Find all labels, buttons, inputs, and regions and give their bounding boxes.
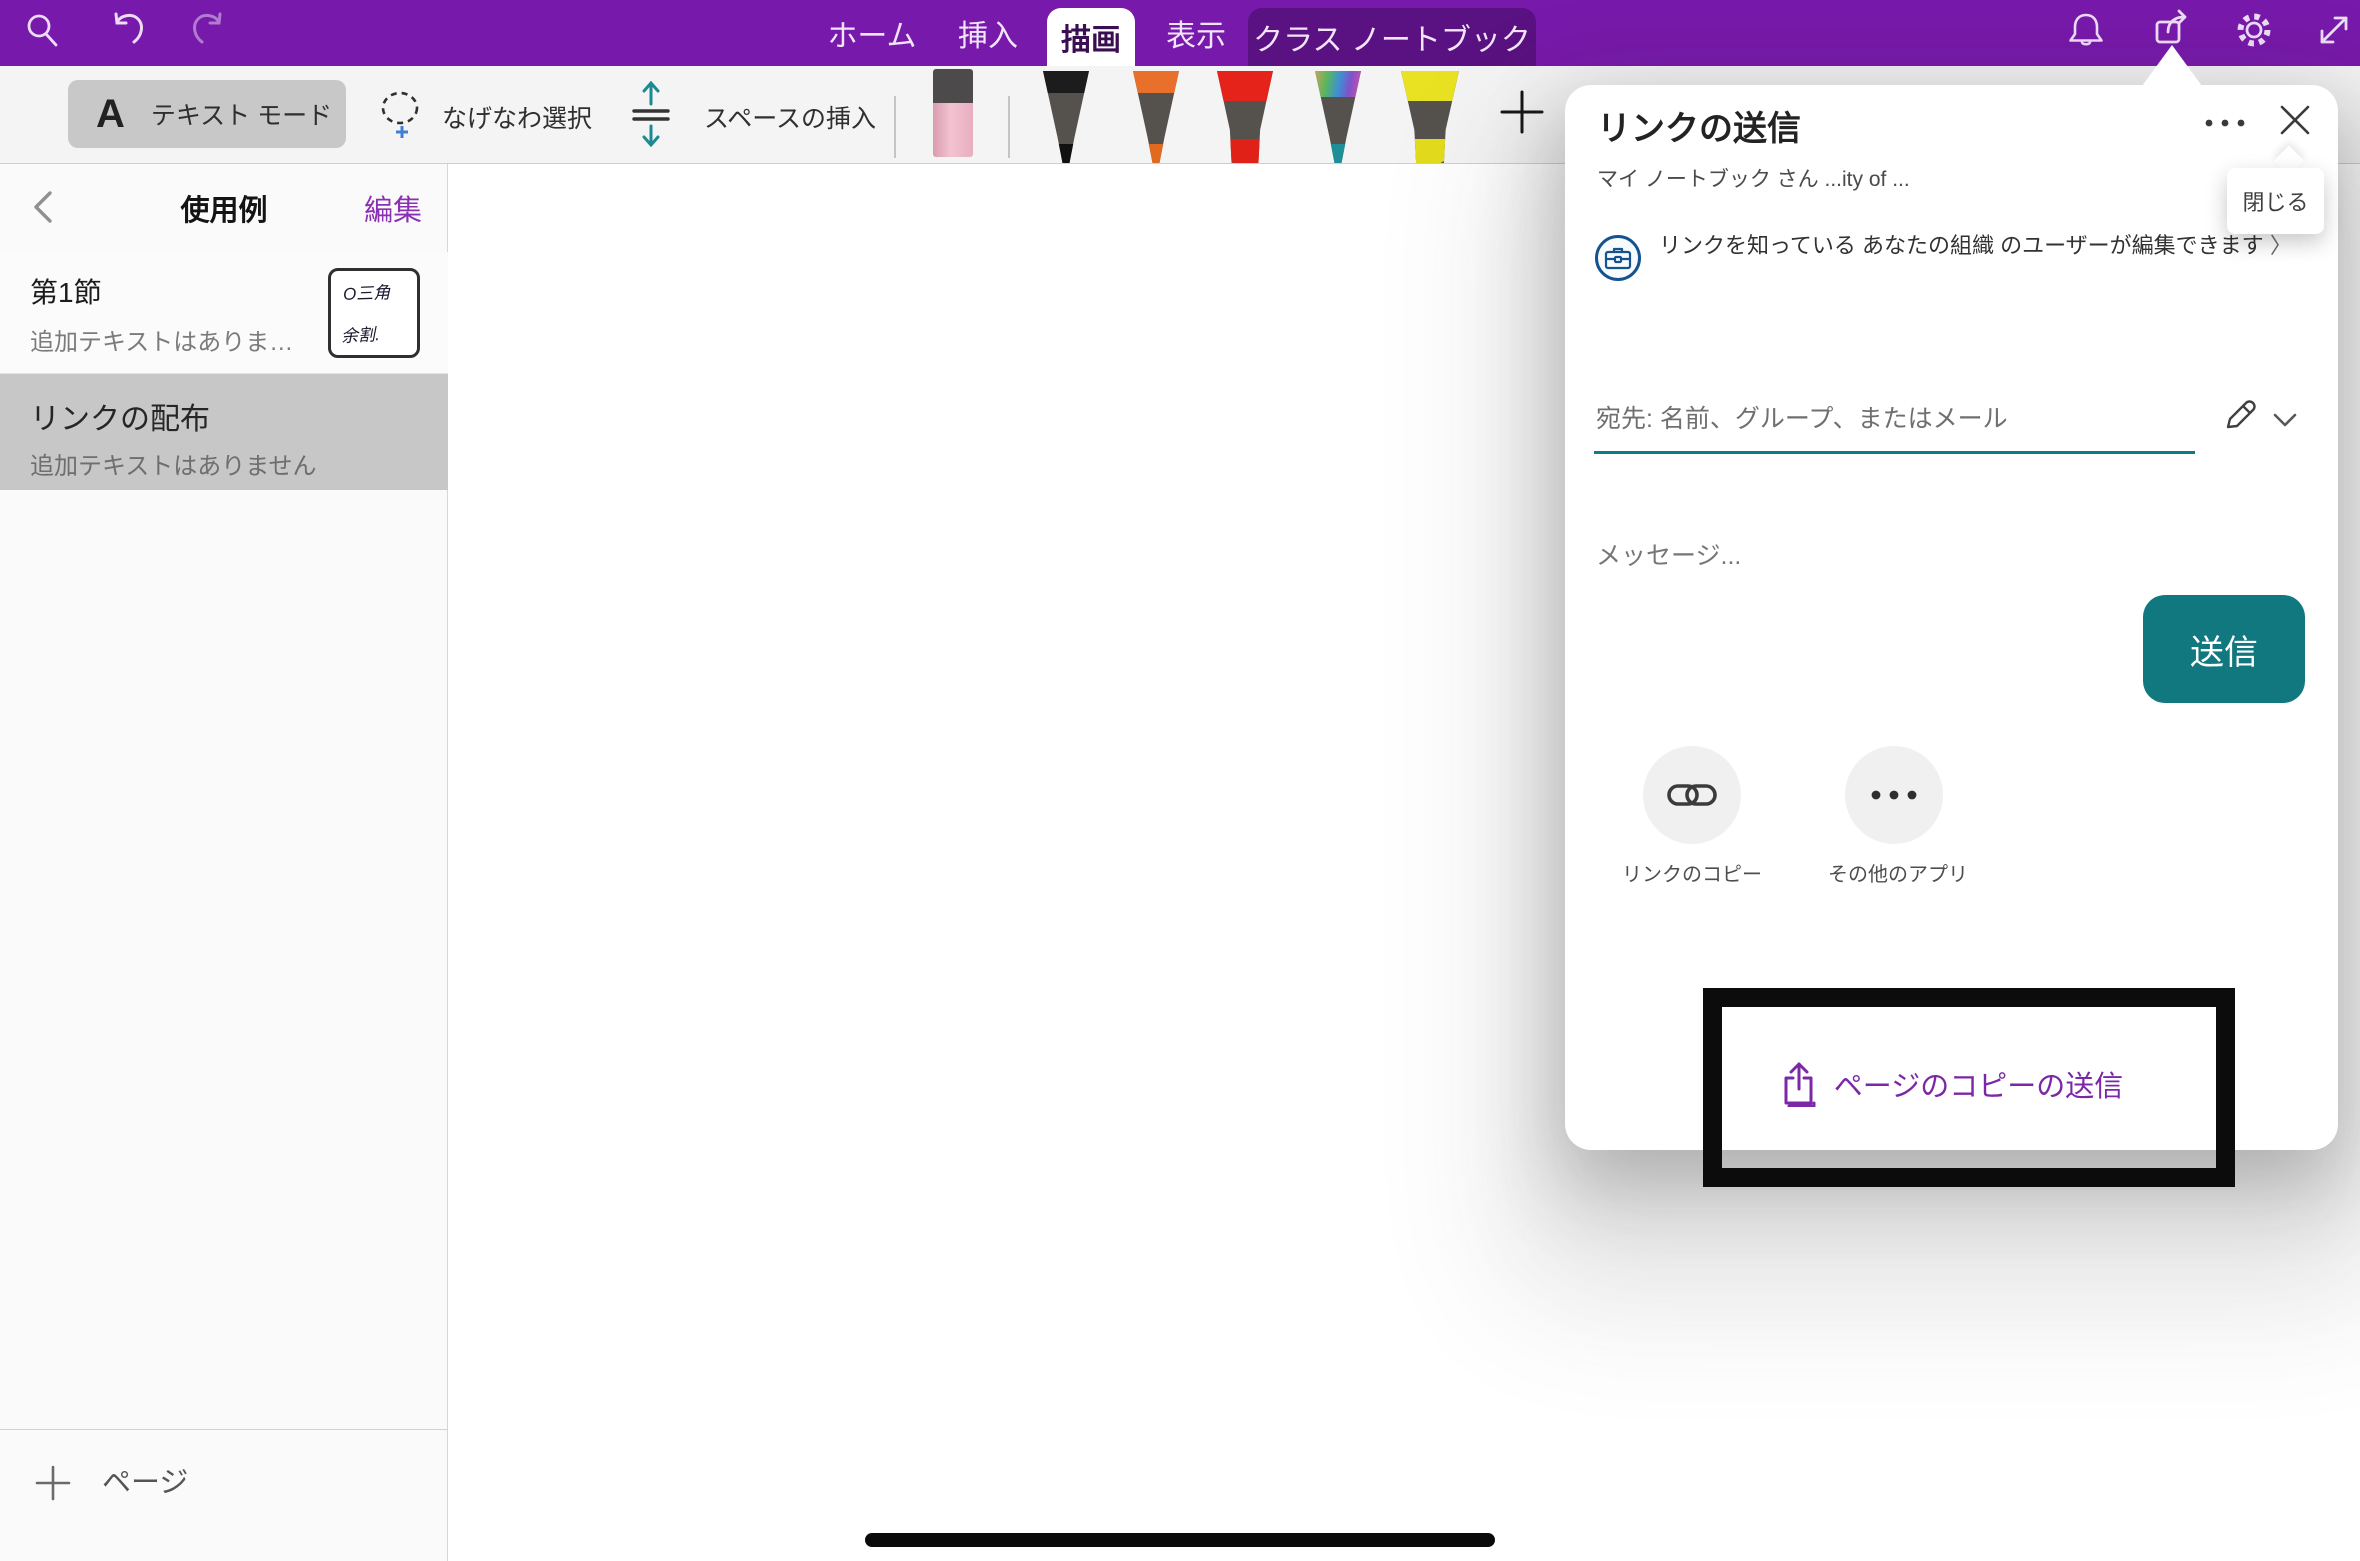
- send-page-copy-button[interactable]: ページのコピーの送信: [1565, 1048, 2338, 1120]
- add-page-button[interactable]: ページ: [0, 1429, 448, 1561]
- add-page-label: ページ: [102, 1464, 188, 1502]
- search-icon[interactable]: [24, 12, 60, 48]
- copy-link-button[interactable]: [1643, 746, 1741, 844]
- lasso-select-icon[interactable]: [375, 86, 427, 142]
- toolbar-divider: [1008, 96, 1010, 158]
- add-page-plus-icon: [34, 1464, 72, 1502]
- insert-space-label[interactable]: スペースの挿入: [704, 99, 876, 135]
- page-preview-text: 追加テキストはありま…: [30, 322, 293, 357]
- settings-gear-icon[interactable]: [2232, 8, 2276, 52]
- eraser-body: [933, 103, 973, 157]
- organization-briefcase-icon[interactable]: [1595, 235, 1641, 281]
- copy-link-label: リンクのコピー: [1582, 858, 1802, 887]
- redo-icon[interactable]: [186, 8, 230, 52]
- send-link-dialog: リンクの送信 マイ ノートブック さん ...ity of ... リンクを知っ…: [1565, 85, 2338, 1150]
- dialog-popover-caret: [2142, 45, 2202, 86]
- more-apps-button[interactable]: [1845, 746, 1943, 844]
- close-tooltip: 閉じる: [2227, 168, 2324, 234]
- onenote-app: ホーム 挿入 描画 表示 クラス ノートブック: [0, 0, 2360, 1561]
- lasso-select-label[interactable]: なげなわ選択: [442, 99, 592, 135]
- send-page-copy-label: ページのコピーの送信: [1834, 1063, 2123, 1105]
- tab-insert[interactable]: 挿入: [940, 0, 1036, 66]
- yellow-highlighter-tool[interactable]: [1401, 71, 1459, 163]
- page-list-item[interactable]: 第1節 追加テキストはありま… O三角 余割.: [0, 252, 448, 374]
- notifications-bell-icon[interactable]: [2064, 8, 2108, 52]
- tab-insert-label: 挿入: [958, 11, 1018, 55]
- tab-home[interactable]: ホーム: [822, 0, 922, 66]
- add-pen-plus-icon[interactable]: [1496, 86, 1548, 138]
- tab-view[interactable]: 表示: [1150, 0, 1242, 66]
- toolbar-divider: [894, 96, 896, 158]
- rainbow-pen-tool[interactable]: [1313, 71, 1363, 163]
- insert-space-icon[interactable]: [628, 80, 674, 148]
- chevron-right-icon: 〉: [2270, 233, 2292, 258]
- send-button[interactable]: 送信: [2143, 595, 2305, 703]
- page-thumbnail: O三角 余割.: [328, 268, 420, 358]
- tab-draw-label: 描画: [1061, 15, 1121, 59]
- text-mode-label: テキスト モード: [151, 96, 332, 132]
- link-icon: [1666, 775, 1718, 815]
- sidebar-header: 使用例 編集: [0, 163, 448, 253]
- text-mode-a-icon: A: [96, 94, 125, 134]
- handwriting-pencil-icon[interactable]: [2220, 395, 2260, 435]
- close-icon[interactable]: [2277, 102, 2313, 138]
- eraser-tool[interactable]: [933, 69, 973, 157]
- eraser-cap: [933, 69, 973, 103]
- permission-text: リンクを知っている あなたの組織 のユーザーが編集できます: [1659, 233, 2264, 258]
- recipient-input[interactable]: [1594, 385, 2199, 453]
- page-title: 第1節: [30, 271, 102, 311]
- edit-pages-button[interactable]: 編集: [364, 187, 422, 229]
- dialog-title: リンクの送信: [1597, 101, 1801, 150]
- tab-class-notebook-label: クラス ノートブック: [1253, 15, 1531, 59]
- recipient-field-wrap: [1594, 385, 2195, 454]
- tab-view-label: 表示: [1166, 11, 1226, 55]
- link-permission-text[interactable]: リンクを知っている あなたの組織 のユーザーが編集できます 〉: [1659, 229, 2319, 263]
- text-mode-button[interactable]: A テキスト モード: [68, 80, 346, 148]
- more-options-icon[interactable]: [2201, 109, 2249, 137]
- top-app-bar: ホーム 挿入 描画 表示 クラス ノートブック: [0, 0, 2360, 66]
- page-preview-text: 追加テキストはありません: [30, 446, 317, 481]
- black-pen-tool[interactable]: [1041, 71, 1091, 163]
- page-list-sidebar: 使用例 編集 第1節 追加テキストはありま… O三角 余割. リンクの配布 追加…: [0, 163, 448, 1561]
- tab-draw-selected[interactable]: 描画: [1047, 8, 1135, 66]
- tab-home-label: ホーム: [827, 11, 916, 55]
- home-indicator[interactable]: [865, 1533, 1495, 1547]
- more-apps-label: その他のアプリ: [1788, 858, 2008, 887]
- page-title: リンクの配布: [30, 394, 210, 438]
- ellipsis-icon: [1870, 789, 1918, 801]
- orange-pen-tool[interactable]: [1131, 71, 1181, 163]
- thumbnail-handwriting-line: 余割.: [341, 326, 381, 345]
- thumbnail-handwriting-line: O三角: [343, 284, 391, 303]
- red-highlighter-tool[interactable]: [1217, 71, 1273, 163]
- page-list-item-selected[interactable]: リンクの配布 追加テキストはありません: [0, 374, 448, 490]
- undo-icon[interactable]: [106, 8, 150, 52]
- chevron-down-icon[interactable]: [2271, 410, 2299, 430]
- notebook-path: マイ ノートブック さん ...ity of ...: [1597, 163, 1910, 193]
- fullscreen-expand-icon[interactable]: [2312, 8, 2356, 52]
- share-page-icon: [1780, 1061, 1818, 1107]
- tab-class-notebook[interactable]: クラス ノートブック: [1248, 8, 1536, 66]
- message-input[interactable]: [1594, 525, 2248, 587]
